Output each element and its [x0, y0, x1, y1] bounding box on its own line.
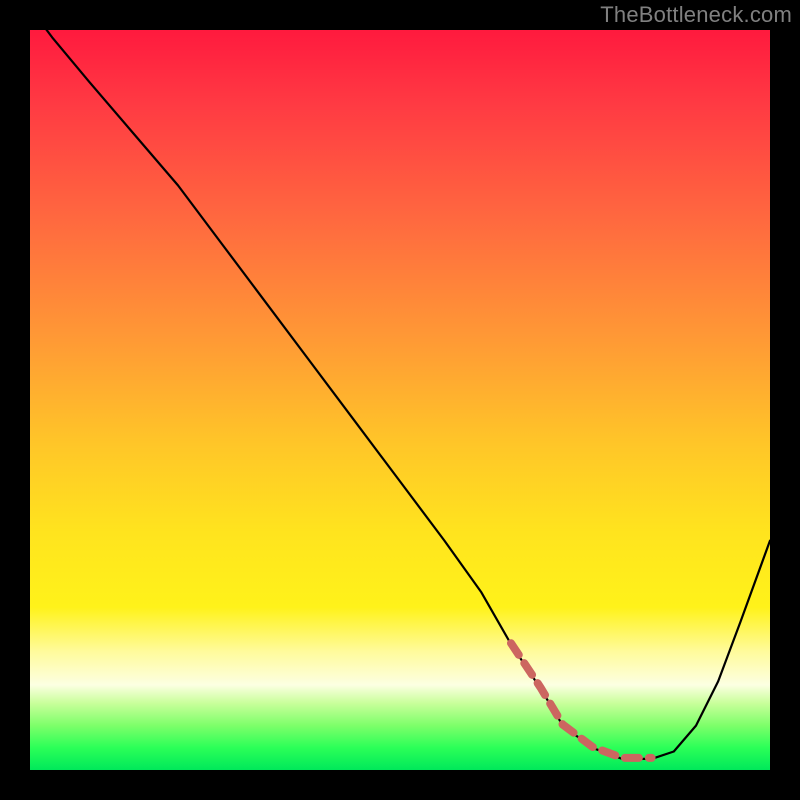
chart-frame — [30, 30, 770, 770]
flat-zone-marker — [511, 643, 652, 758]
watermark-text: TheBottleneck.com — [600, 2, 792, 28]
bottleneck-curve-line — [30, 8, 770, 759]
chart-svg — [30, 30, 770, 770]
